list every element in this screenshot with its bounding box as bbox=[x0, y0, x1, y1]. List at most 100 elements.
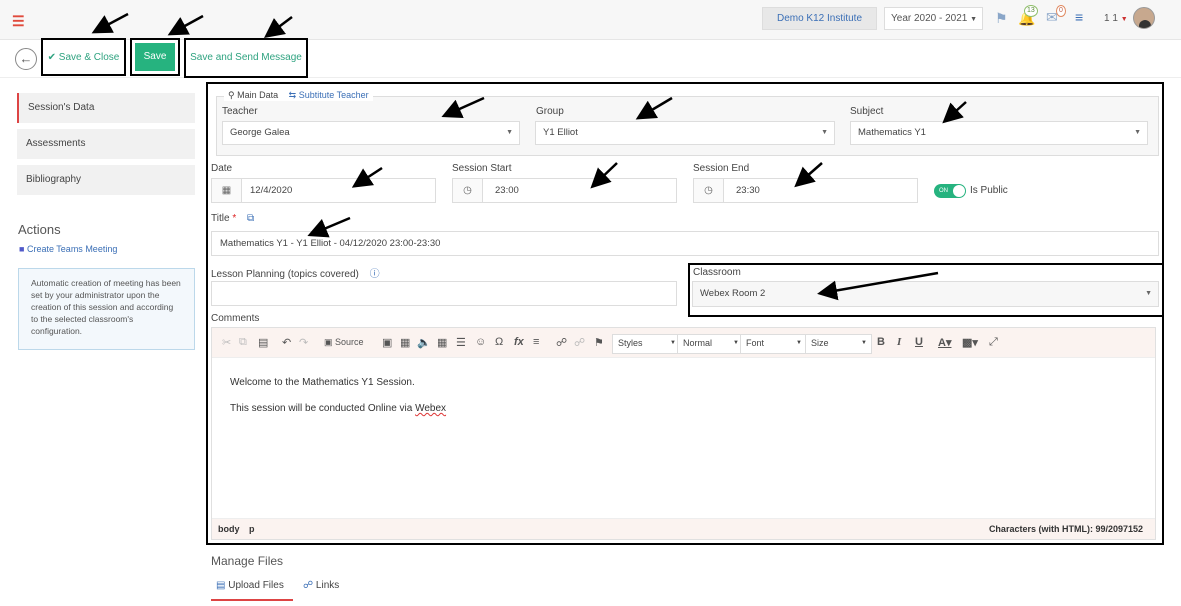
editor-status-bar: body p Characters (with HTML): 99/209715… bbox=[212, 518, 1155, 539]
editor-line-text: This session will be conducted Online vi… bbox=[230, 403, 416, 414]
path-p[interactable]: p bbox=[249, 524, 255, 534]
source-button[interactable]: ▣ Source bbox=[324, 337, 364, 348]
editor-content[interactable]: Welcome to the Mathematics Y1 Session. T… bbox=[230, 370, 1130, 422]
links-label: Links bbox=[315, 580, 340, 591]
background-color-icon[interactable]: ▩▾ bbox=[962, 336, 978, 349]
list-icon[interactable]: ≡ bbox=[533, 336, 539, 348]
link-icon: ☍ bbox=[303, 580, 314, 591]
avatar[interactable] bbox=[1133, 7, 1155, 29]
save-close-button[interactable]: ✔ Save & Close bbox=[41, 38, 126, 76]
path-body[interactable]: body bbox=[218, 524, 240, 534]
save-send-message-button[interactable]: Save and Send Message bbox=[184, 38, 308, 78]
search-icon: ⚲ bbox=[228, 90, 235, 100]
smiley-icon[interactable]: ☺ bbox=[475, 336, 486, 348]
image-icon[interactable]: ▣ bbox=[382, 336, 392, 349]
sidebar-item-assessments[interactable]: Assessments bbox=[17, 129, 195, 159]
info-icon[interactable]: ⓘ bbox=[370, 269, 380, 280]
session-start-field[interactable]: ◷ 23:00 bbox=[452, 178, 677, 203]
teacher-select[interactable]: George Galea ▼ bbox=[222, 121, 520, 145]
session-end-field[interactable]: ◷ 23:30 bbox=[693, 178, 918, 203]
calendar-icon[interactable]: ▦ bbox=[212, 179, 242, 202]
chevron-down-icon: ▼ bbox=[1145, 290, 1152, 297]
year-selector[interactable]: Year 2020 - 2021 ▼ bbox=[884, 7, 983, 30]
save-button[interactable]: Save bbox=[135, 43, 175, 71]
text-color-icon[interactable]: A▾ bbox=[938, 336, 951, 349]
omega-icon[interactable]: Ω bbox=[495, 336, 503, 348]
anchor-flag-icon[interactable]: ⚑ bbox=[594, 336, 604, 349]
cut-icon[interactable]: ✂ bbox=[222, 336, 231, 349]
audio-icon[interactable]: 🔈 bbox=[417, 336, 431, 349]
save-close-label: Save & Close bbox=[58, 52, 120, 63]
create-teams-meeting-link[interactable]: ■ Create Teams Meeting bbox=[19, 244, 117, 254]
font-dropdown[interactable]: Font ▼ bbox=[740, 334, 807, 354]
link-icon[interactable]: ☍ bbox=[556, 336, 567, 349]
maximize-icon[interactable]: ⤢ bbox=[989, 336, 998, 349]
clock-icon[interactable]: ◷ bbox=[453, 179, 483, 202]
copy-icon[interactable]: ⧉ bbox=[239, 336, 247, 349]
copy-icon[interactable]: ⧉ bbox=[247, 213, 254, 224]
sidebar-item-sessions-data[interactable]: Session's Data bbox=[17, 93, 195, 123]
substitute-icon: ⇆ bbox=[288, 90, 297, 100]
rich-text-editor bbox=[211, 327, 1156, 540]
chevron-down-icon: ▼ bbox=[861, 340, 867, 346]
teams-link-label: Create Teams Meeting bbox=[26, 244, 118, 254]
end-value: 23:30 bbox=[736, 185, 760, 196]
underline-icon[interactable]: U bbox=[915, 336, 923, 348]
file-icon: ▤ bbox=[216, 580, 226, 591]
source-label: Source bbox=[335, 337, 364, 347]
tab-links[interactable]: ☍ Links bbox=[303, 580, 339, 591]
format-label: Normal bbox=[683, 338, 713, 348]
back-arrow-icon[interactable]: ← bbox=[15, 48, 37, 70]
tab-upload-files[interactable]: ▤ Upload Files bbox=[216, 580, 284, 591]
source-icon: ▣ bbox=[324, 337, 333, 347]
lesson-planning-label-wrap: Lesson Planning (topics covered) ⓘ bbox=[211, 265, 380, 280]
layers-icon[interactable]: ≡ bbox=[1075, 9, 1083, 25]
subject-label: Subject bbox=[850, 106, 884, 117]
image-alt-icon[interactable]: ▦ bbox=[400, 336, 410, 349]
styles-dropdown[interactable]: Styles ▼ bbox=[612, 334, 681, 354]
italic-icon[interactable]: I bbox=[897, 336, 901, 348]
subject-select[interactable]: Mathematics Y1 ▼ bbox=[850, 121, 1148, 145]
sidebar-item-bibliography[interactable]: Bibliography bbox=[17, 165, 195, 195]
is-public-toggle[interactable]: ON bbox=[934, 184, 966, 198]
tab-main-data[interactable]: ⚲ Main Data bbox=[228, 90, 278, 100]
title-label: Title bbox=[211, 213, 230, 224]
bold-icon[interactable]: B bbox=[877, 336, 885, 348]
size-dropdown[interactable]: Size ▼ bbox=[805, 334, 872, 354]
horizontal-line-icon[interactable]: ☰ bbox=[456, 336, 466, 349]
group-label: Group bbox=[536, 106, 564, 117]
meeting-info-box: Automatic creation of meeting has been s… bbox=[18, 268, 195, 350]
format-dropdown[interactable]: Normal ▼ bbox=[677, 334, 744, 354]
redo-icon[interactable]: ↷ bbox=[299, 336, 308, 349]
teacher-label: Teacher bbox=[222, 106, 258, 117]
check-icon: ✔ bbox=[47, 52, 56, 63]
formula-icon[interactable]: fx bbox=[514, 336, 524, 348]
classroom-select[interactable]: Webex Room 2 ▼ bbox=[692, 281, 1159, 307]
actions-heading: Actions bbox=[18, 222, 61, 237]
user-menu[interactable]: 1 1 ▼ bbox=[1104, 13, 1128, 24]
size-label: Size bbox=[811, 338, 829, 348]
title-input[interactable]: Mathematics Y1 - Y1 Elliot - 04/12/2020 … bbox=[211, 231, 1159, 256]
classroom-label: Classroom bbox=[693, 267, 741, 278]
caret-down-icon: ▼ bbox=[1120, 16, 1128, 23]
institute-selector[interactable]: Demo K12 Institute bbox=[762, 7, 877, 30]
clock-icon[interactable]: ◷ bbox=[694, 179, 724, 202]
group-select[interactable]: Y1 Elliot ▼ bbox=[535, 121, 835, 145]
date-field[interactable]: ▦ 12/4/2020 bbox=[211, 178, 436, 203]
lesson-planning-input[interactable] bbox=[211, 281, 677, 306]
subject-value: Mathematics Y1 bbox=[858, 127, 926, 138]
chevron-down-icon: ▼ bbox=[1134, 129, 1141, 136]
comments-label: Comments bbox=[211, 313, 260, 324]
table-icon[interactable]: ▦ bbox=[437, 336, 447, 349]
undo-icon[interactable]: ↶ bbox=[282, 336, 291, 349]
flag-icon[interactable]: ⚑ bbox=[995, 10, 1008, 27]
main-data-label: Main Data bbox=[237, 90, 279, 100]
editor-paragraph: This session will be conducted Online vi… bbox=[230, 396, 1130, 422]
messages-badge: 0 bbox=[1056, 5, 1066, 17]
chevron-down-icon: ▼ bbox=[670, 340, 676, 346]
teacher-value: George Galea bbox=[230, 127, 290, 138]
unlink-icon[interactable]: ☍ bbox=[574, 336, 585, 349]
paste-icon[interactable]: ▤ bbox=[258, 336, 268, 349]
hamburger-menu-icon[interactable]: ☰ bbox=[12, 13, 25, 30]
tab-substitute-teacher[interactable]: ⇆ Subtitute Teacher bbox=[289, 90, 369, 100]
